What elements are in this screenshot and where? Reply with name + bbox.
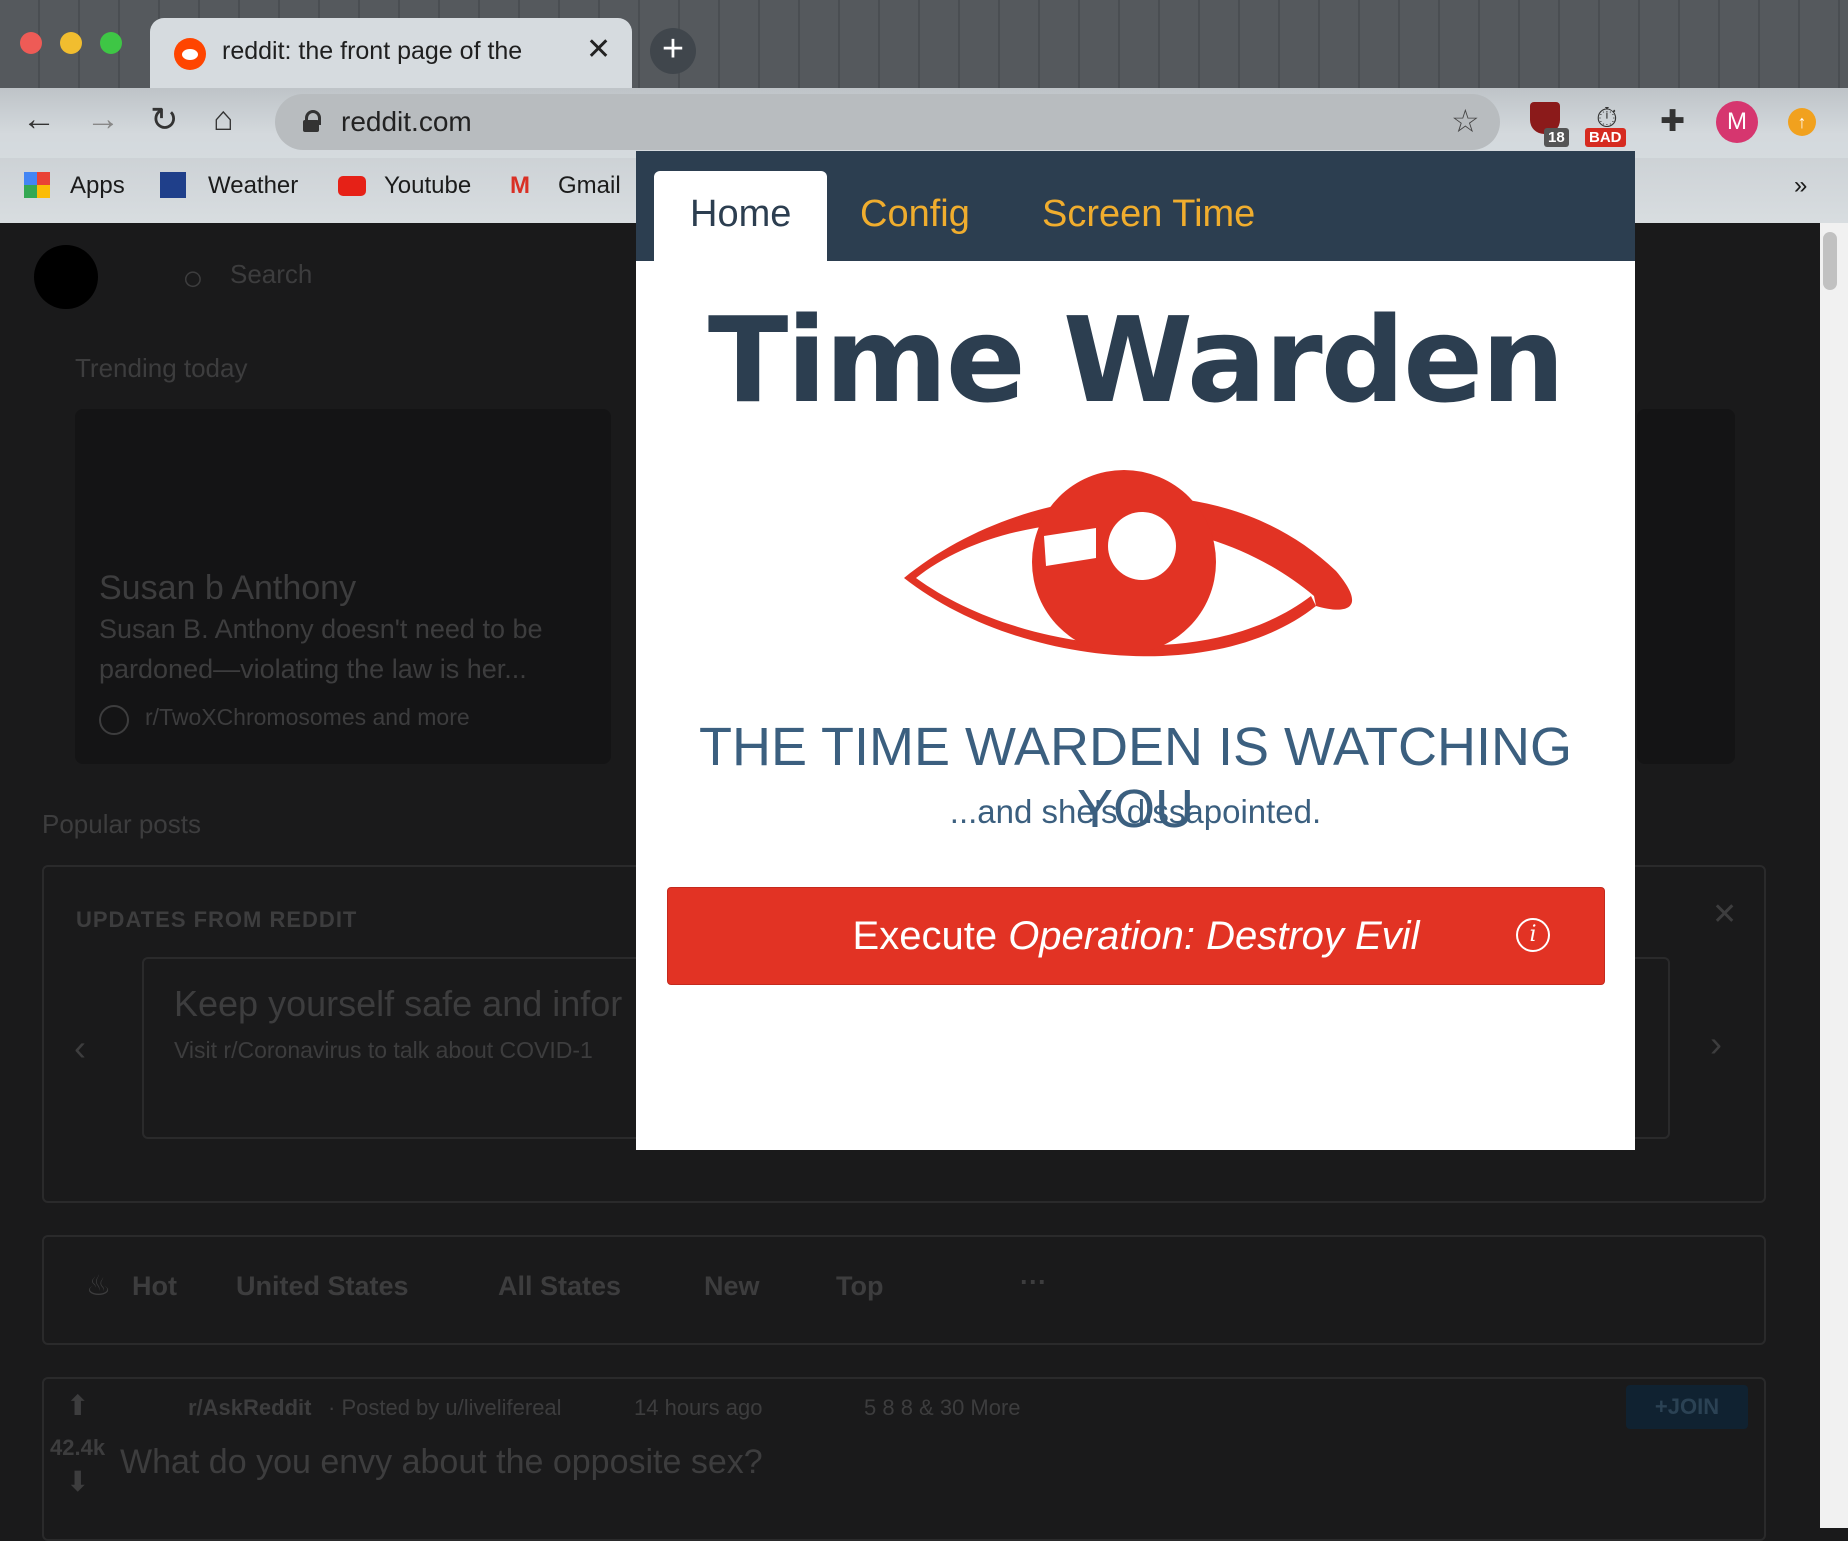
updates-heading: UPDATES FROM REDDIT [76, 907, 358, 932]
join-button[interactable]: +JOIN [1626, 1385, 1748, 1429]
trending-card[interactable]: Susan b Anthony Susan B. Anthony doesn't… [75, 409, 611, 764]
bookmark-youtube[interactable]: Youtube [384, 172, 471, 200]
url-text[interactable]: reddit.com [341, 106, 472, 138]
sort-country[interactable]: United States [236, 1271, 409, 1302]
tab-close-icon[interactable]: ✕ [586, 32, 611, 67]
sort-bar: ♨ Hot United States All States New Top ·… [42, 1235, 1766, 1345]
bookmark-star-icon[interactable]: ☆ [1451, 102, 1480, 140]
maximize-window-button[interactable] [100, 32, 122, 54]
close-window-button[interactable] [20, 32, 42, 54]
downvote-icon[interactable]: ⬇ [66, 1465, 89, 1498]
post-subreddit[interactable]: r/AskReddit [188, 1395, 311, 1421]
app-title: Time Warden [707, 291, 1565, 429]
update-text: Visit r/Coronavirus to talk about COVID-… [174, 1037, 593, 1063]
carousel-prev-icon[interactable]: ‹ [74, 1027, 86, 1069]
lock-icon [303, 110, 321, 132]
sort-states[interactable]: All States [498, 1271, 621, 1302]
trending-card-title: Susan b Anthony [99, 569, 357, 607]
sort-hot[interactable]: Hot [132, 1271, 177, 1302]
scrollbar-thumb[interactable] [1823, 232, 1837, 290]
update-arrow-icon[interactable]: ↑ [1788, 108, 1816, 136]
bookmark-gmail[interactable]: Gmail [558, 172, 621, 200]
bookmarks-overflow-icon[interactable]: » [1794, 172, 1807, 200]
tab-config[interactable]: Config [824, 171, 1006, 261]
vote-count: 42.4k [50, 1435, 106, 1460]
operation-name: Operation: Destroy Evil [1008, 914, 1420, 958]
forward-arrow-icon[interactable]: → [86, 100, 120, 139]
youtube-icon [338, 176, 366, 196]
reload-icon[interactable]: ↻ [150, 100, 179, 140]
popular-posts-heading: Popular posts [42, 809, 201, 839]
address-bar[interactable]: reddit.com ☆ [275, 94, 1500, 150]
update-title: Keep yourself safe and infor [174, 983, 623, 1024]
post-awards: 5 8 8 & 30 More [864, 1395, 1021, 1420]
extensions-puzzle-icon[interactable]: ✚ [1660, 104, 1685, 139]
close-icon[interactable]: ✕ [1712, 897, 1737, 932]
sort-top[interactable]: Top [836, 1271, 883, 1302]
weather-channel-icon [160, 172, 186, 198]
flame-icon: ♨ [86, 1270, 112, 1301]
sort-more[interactable]: ··· [1020, 1267, 1047, 1298]
ublock-count-badge: 18 [1544, 128, 1569, 147]
reddit-search-input[interactable]: Search [230, 259, 312, 290]
post-author: · Posted by u/livelifereal [328, 1395, 562, 1420]
eye-logo-icon [904, 470, 1355, 661]
popup-tab-bar: Home Config Screen Time [636, 151, 1635, 261]
page-scrollbar[interactable] [1820, 223, 1848, 1528]
sort-new[interactable]: New [704, 1271, 760, 1302]
execute-label: Execute [852, 914, 1009, 958]
gmail-icon: M [510, 172, 530, 199]
browser-tab[interactable]: reddit: the front page of the int ✕ [150, 18, 632, 88]
trending-card-meta: r/TwoXChromosomes and more [145, 704, 470, 730]
time-warden-popup: Home Config Screen Time Time Warden THE … [636, 151, 1635, 1150]
home-icon[interactable]: ⌂ [213, 100, 234, 139]
post-time: 14 hours ago [634, 1395, 763, 1420]
trending-heading: Trending today [75, 353, 248, 383]
carousel-next-icon[interactable]: › [1710, 1023, 1722, 1065]
profile-avatar[interactable]: M [1716, 101, 1758, 143]
search-icon: ○ [182, 257, 204, 298]
warning-subline: ...and she's dissapointed. [949, 793, 1322, 830]
execute-operation-button[interactable]: Execute Operation: Destroy Evil i [667, 887, 1605, 985]
bookmark-weather[interactable]: Weather [208, 172, 298, 200]
back-arrow-icon[interactable]: ← [22, 100, 56, 139]
post-title[interactable]: What do you envy about the opposite sex? [120, 1443, 763, 1482]
post-card[interactable]: ⬆ 42.4k ⬇ r/AskReddit · Posted by u/live… [42, 1377, 1766, 1541]
apps-grid-icon [24, 172, 50, 198]
reddit-favicon-icon [174, 38, 206, 70]
reddit-logo-icon[interactable] [34, 245, 98, 309]
trending-card-right[interactable] [1637, 409, 1735, 764]
new-tab-button[interactable]: + [650, 28, 696, 74]
trending-card-text: Susan B. Anthony doesn't need to be pard… [99, 614, 543, 684]
upvote-icon[interactable]: ⬆ [66, 1389, 89, 1422]
tab-title: reddit: the front page of the int [222, 37, 522, 65]
info-icon[interactable]: i [1516, 918, 1550, 952]
tab-screen-time[interactable]: Screen Time [1006, 171, 1291, 261]
subreddit-icon [99, 705, 129, 735]
tab-home[interactable]: Home [654, 171, 828, 261]
timer-status-badge: BAD [1585, 128, 1626, 147]
minimize-window-button[interactable] [60, 32, 82, 54]
bookmark-apps[interactable]: Apps [70, 172, 125, 200]
